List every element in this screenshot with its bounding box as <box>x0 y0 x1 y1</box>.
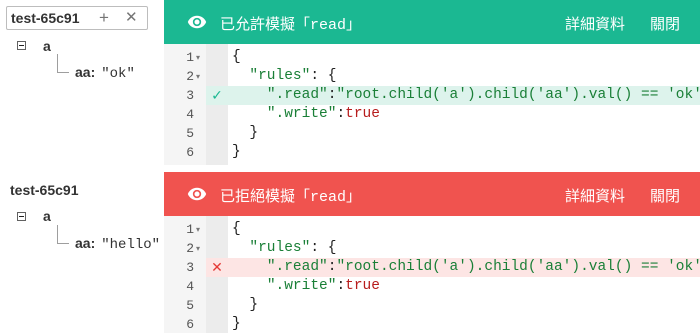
leaf-key: aa: <box>75 235 96 251</box>
leaf-value: "ok" <box>101 66 135 82</box>
line-number: 6 <box>186 145 194 160</box>
line-number: 2 <box>186 241 194 256</box>
tree-leaf-aa[interactable]: aa: "ok" <box>75 64 135 82</box>
database-title[interactable]: test-65c91 <box>10 182 79 198</box>
simulation-result-denied: 已拒絕模擬「read」 詳細資料 關閉 { "rules": { ".read"… <box>164 172 700 333</box>
title-operation: read <box>310 189 347 206</box>
fold-arrow-icon[interactable]: ▾ <box>196 220 204 239</box>
tree-leaf-aa[interactable]: aa: "hello" <box>75 235 160 253</box>
code-line: ".read":"root.child('a').child('aa').val… <box>266 87 700 103</box>
code-area[interactable]: { "rules": { ".read":"root.child('a').ch… <box>228 216 700 333</box>
code-line: ".write":true <box>266 278 380 294</box>
code-line: } <box>232 125 259 141</box>
line-number: 2 <box>186 69 194 84</box>
collapse-toggle-icon[interactable] <box>17 41 26 50</box>
code-line: "rules": { <box>249 240 337 256</box>
eye-icon <box>187 15 207 29</box>
result-banner: 已拒絕模擬「read」 詳細資料 關閉 <box>164 172 700 216</box>
title-prefix: 已允許模擬「 <box>220 16 311 33</box>
line-number: 4 <box>186 279 194 294</box>
code-line: ".write":true <box>266 106 380 122</box>
eye-icon <box>187 187 207 201</box>
code-line: { <box>232 221 241 237</box>
line-number: 5 <box>186 126 194 141</box>
title-prefix: 已拒絕模擬「 <box>220 188 311 205</box>
database-tree-top: test-65c91 + ✕ a aa: "ok" <box>0 0 164 165</box>
line-number: 4 <box>186 107 194 122</box>
fold-arrow-icon[interactable]: ▾ <box>196 48 204 67</box>
tree-connector <box>57 72 69 73</box>
tree-connector <box>57 54 58 72</box>
details-button[interactable]: 詳細資料 <box>565 185 625 206</box>
code-line: { <box>232 49 241 65</box>
close-button[interactable]: 關閉 <box>650 13 680 34</box>
check-icon: ✓ <box>211 87 223 103</box>
leaf-key: aa: <box>75 64 96 80</box>
result-title: 已允許模擬「read」 <box>220 13 361 34</box>
line-number: 5 <box>186 298 194 313</box>
close-button[interactable]: 關閉 <box>650 185 680 206</box>
code-line: } <box>232 316 241 332</box>
result-banner: 已允許模擬「read」 詳細資料 關閉 <box>164 0 700 44</box>
code-line: ".read":"root.child('a').child('aa').val… <box>266 259 700 275</box>
code-line: } <box>232 297 259 313</box>
line-number: 1 <box>186 222 194 237</box>
database-tree-bottom: test-65c91 a aa: "hello" <box>0 172 164 333</box>
plus-icon[interactable]: + <box>99 8 109 28</box>
rules-editor[interactable]: { "rules": { ".read":"root.child('a').ch… <box>164 216 700 333</box>
fold-arrow-icon[interactable]: ▾ <box>196 67 204 86</box>
title-operation: read <box>310 17 347 34</box>
close-icon[interactable]: ✕ <box>125 8 138 28</box>
tree-connector <box>57 225 58 243</box>
line-number: 1 <box>186 50 194 65</box>
line-number: 6 <box>186 317 194 332</box>
leaf-value: "hello" <box>101 237 161 253</box>
title-suffix: 」 <box>346 188 362 205</box>
code-area[interactable]: { "rules": { ".read":"root.child('a').ch… <box>228 44 700 165</box>
details-button[interactable]: 詳細資料 <box>565 13 625 34</box>
fold-arrow-icon[interactable]: ▾ <box>196 239 204 258</box>
line-number: 3 <box>186 260 194 275</box>
tree-node-a[interactable]: a <box>43 208 51 224</box>
result-title: 已拒絕模擬「read」 <box>220 185 361 206</box>
simulation-result-allowed: 已允許模擬「read」 詳細資料 關閉 { "rules": { ".read"… <box>164 0 700 165</box>
collapse-toggle-icon[interactable] <box>17 212 26 221</box>
line-number: 3 <box>186 88 194 103</box>
error-x-icon: ✕ <box>211 259 223 275</box>
code-line: } <box>232 144 241 160</box>
tree-connector <box>57 243 69 244</box>
database-title[interactable]: test-65c91 <box>11 10 80 26</box>
rules-editor[interactable]: { "rules": { ".read":"root.child('a').ch… <box>164 44 700 165</box>
title-suffix: 」 <box>346 16 362 33</box>
code-line: "rules": { <box>249 68 337 84</box>
database-header: test-65c91 + ✕ <box>6 6 148 30</box>
tree-node-a[interactable]: a <box>43 38 51 54</box>
